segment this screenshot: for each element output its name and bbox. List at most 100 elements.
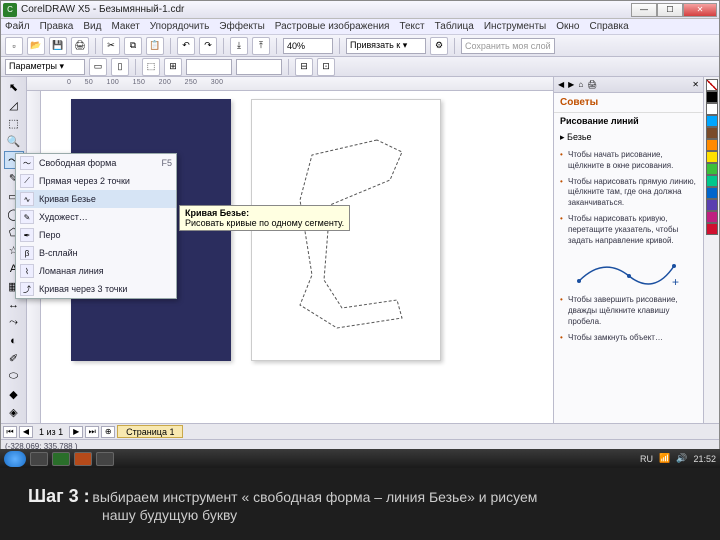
- bezier-icon: ∿: [20, 192, 34, 206]
- snap-field[interactable]: Привязать к ▾: [346, 38, 426, 54]
- copy-button[interactable]: ⧉: [124, 37, 142, 55]
- menu-table[interactable]: Таблица: [435, 21, 474, 32]
- swatch-yellow[interactable]: [706, 151, 718, 163]
- menu-layout[interactable]: Макет: [111, 21, 139, 32]
- preset-field[interactable]: Параметры ▾: [5, 59, 85, 75]
- page-add[interactable]: ⊕: [101, 426, 115, 438]
- outline-tool[interactable]: ⬭: [4, 368, 24, 385]
- main-toolbar: ▫ 📂 💾 🖨 ✂ ⧉ 📋 ↶ ↷ ⤓ ⤒ 40% Привязать к ▾ …: [1, 35, 719, 57]
- swatch-teal[interactable]: [706, 175, 718, 187]
- tray-vol-icon[interactable]: 🔊: [676, 453, 687, 464]
- swatch-white[interactable]: [706, 103, 718, 115]
- prop-d[interactable]: ⊞: [164, 58, 182, 76]
- swatch-magenta[interactable]: [706, 211, 718, 223]
- prop-f[interactable]: ⊡: [317, 58, 335, 76]
- flyout-3point[interactable]: ⤴ Кривая через 3 точки: [16, 280, 176, 298]
- page-tab[interactable]: Страница 1: [117, 425, 183, 438]
- hints-print-icon[interactable]: 🖨: [587, 80, 597, 89]
- swatch-orange[interactable]: [706, 139, 718, 151]
- close-button[interactable]: ✕: [683, 3, 717, 17]
- swatch-none[interactable]: [706, 79, 718, 91]
- effects-tool[interactable]: ◐: [4, 332, 24, 349]
- prop-a[interactable]: ▭: [89, 58, 107, 76]
- flyout-artistic[interactable]: ✎ Художест…: [16, 208, 176, 226]
- task-ppt[interactable]: [74, 452, 92, 466]
- swatch-cyan[interactable]: [706, 115, 718, 127]
- menu-text[interactable]: Текст: [399, 21, 424, 32]
- flyout-polyline[interactable]: ⌇ Ломаная линия: [16, 262, 176, 280]
- menu-view[interactable]: Вид: [83, 21, 101, 32]
- interactive-fill-tool[interactable]: ◈: [4, 404, 24, 421]
- tray-clock[interactable]: 21:52: [693, 454, 716, 464]
- options-button[interactable]: ⚙: [430, 37, 448, 55]
- maximize-button[interactable]: ☐: [657, 3, 683, 17]
- swatch-green[interactable]: [706, 163, 718, 175]
- swatch-brown[interactable]: [706, 127, 718, 139]
- flyout-freehand[interactable]: 〜 Свободная форма F5: [16, 154, 176, 172]
- menu-file[interactable]: Файл: [5, 21, 30, 32]
- task-explorer[interactable]: [30, 452, 48, 466]
- flyout-2point[interactable]: ⟋ Прямая через 2 точки: [16, 172, 176, 190]
- undo-button[interactable]: ↶: [177, 37, 195, 55]
- hints-fwd-icon[interactable]: ▶: [568, 80, 574, 89]
- hints-back-icon[interactable]: ◀: [558, 80, 564, 89]
- prop-b[interactable]: ▯: [111, 58, 129, 76]
- save-button[interactable]: 💾: [49, 37, 67, 55]
- flyout-bspline[interactable]: β В-сплайн: [16, 244, 176, 262]
- zoom-field[interactable]: 40%: [283, 38, 333, 54]
- page-last[interactable]: ⏭: [85, 426, 99, 438]
- swatch-red[interactable]: [706, 223, 718, 235]
- tray-net-icon[interactable]: 📶: [659, 453, 670, 464]
- menu-window[interactable]: Окно: [556, 21, 579, 32]
- prop-e[interactable]: ⊟: [295, 58, 313, 76]
- zoom-tool[interactable]: 🔍: [4, 133, 24, 150]
- task-other[interactable]: [96, 452, 114, 466]
- open-button[interactable]: 📂: [27, 37, 45, 55]
- flyout-bezier[interactable]: ∿ Кривая Безье: [16, 190, 176, 208]
- crop-tool[interactable]: ⬚: [4, 115, 24, 132]
- bezier-letter-path[interactable]: [282, 130, 432, 350]
- export-button[interactable]: ⤒: [252, 37, 270, 55]
- fill-tool[interactable]: ◆: [4, 386, 24, 403]
- page-prev[interactable]: ◀: [19, 426, 33, 438]
- page-navigator: ⏮ ◀ 1 из 1 ▶ ⏭ ⊕ Страница 1: [1, 423, 719, 439]
- swatch-violet[interactable]: [706, 199, 718, 211]
- hint-field[interactable]: Сохранить моя слой: [461, 38, 555, 54]
- hints-heading: Рисование линий: [554, 113, 703, 129]
- hints-title: Советы: [554, 93, 703, 113]
- hints-close-icon[interactable]: ✕: [692, 80, 699, 89]
- start-button[interactable]: [4, 451, 26, 467]
- tray-lang[interactable]: RU: [640, 454, 653, 464]
- menu-tools[interactable]: Инструменты: [484, 21, 546, 32]
- cut-button[interactable]: ✂: [102, 37, 120, 55]
- tooltip-title: Кривая Безье:: [185, 208, 249, 218]
- swatch-blue[interactable]: [706, 187, 718, 199]
- prop-c[interactable]: ⬚: [142, 58, 160, 76]
- prop-h[interactable]: [236, 59, 282, 75]
- menu-arrange[interactable]: Упорядочить: [150, 21, 210, 32]
- minimize-button[interactable]: —: [631, 3, 657, 17]
- polyline-icon: ⌇: [20, 264, 34, 278]
- hints-home-icon[interactable]: ⌂: [578, 80, 583, 89]
- task-corel[interactable]: [52, 452, 70, 466]
- prop-w[interactable]: [186, 59, 232, 75]
- page-first[interactable]: ⏮: [3, 426, 17, 438]
- print-button[interactable]: 🖨: [71, 37, 89, 55]
- pick-tool[interactable]: ⬉: [4, 79, 24, 96]
- menu-help[interactable]: Справка: [589, 21, 628, 32]
- swatch-black[interactable]: [706, 91, 718, 103]
- import-button[interactable]: ⤓: [230, 37, 248, 55]
- paste-button[interactable]: 📋: [146, 37, 164, 55]
- page-next[interactable]: ▶: [69, 426, 83, 438]
- new-button[interactable]: ▫: [5, 37, 23, 55]
- ruler-horizontal[interactable]: [27, 77, 553, 91]
- shape-tool[interactable]: ◿: [4, 97, 24, 114]
- redo-button[interactable]: ↷: [199, 37, 217, 55]
- flyout-pen[interactable]: ✒ Перо: [16, 226, 176, 244]
- eyedropper-tool[interactable]: ✐: [4, 350, 24, 367]
- menu-effects[interactable]: Эффекты: [219, 21, 264, 32]
- connector-tool[interactable]: ⤳: [4, 314, 24, 331]
- menu-bitmaps[interactable]: Растровые изображения: [275, 21, 390, 32]
- color-palette: [703, 77, 719, 423]
- menu-edit[interactable]: Правка: [40, 21, 74, 32]
